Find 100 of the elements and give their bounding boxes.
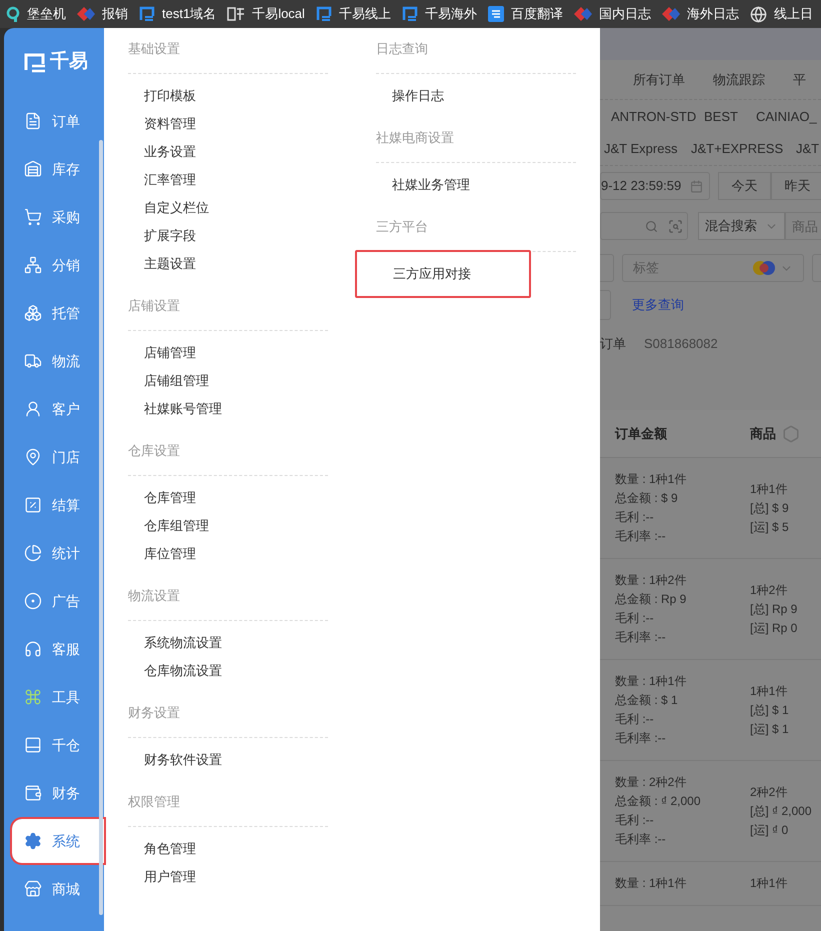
sidebar-item[interactable]: 商城 [12, 867, 104, 911]
bookmark[interactable]: 报销 [77, 4, 128, 24]
date-field[interactable]: 9-12 23:59:59 [600, 172, 710, 200]
tab[interactable]: 所有订单 [633, 70, 685, 90]
amount-line: 数量 : 1种1件 [615, 673, 688, 690]
amount-line: 毛利率 :-- [615, 730, 667, 747]
sidebar-item[interactable]: 广告 [12, 579, 104, 623]
sidebar-item[interactable]: 门店 [12, 435, 104, 479]
select-field[interactable] [600, 254, 614, 282]
amount-line: 毛利 :-- [615, 812, 655, 829]
menu-item[interactable]: 仓库组管理 [128, 512, 328, 540]
sidebar-item[interactable]: 统计 [12, 531, 104, 575]
menu-item[interactable]: 扩展字段 [128, 222, 328, 250]
menu-item[interactable]: 社媒账号管理 [128, 395, 328, 423]
panel-icon [24, 736, 42, 754]
diamond-logo-icon [662, 7, 680, 21]
percent-icon [24, 496, 42, 514]
sidebar-item[interactable]: 客服 [12, 627, 104, 671]
sidebar-item[interactable]: 客户 [12, 387, 104, 431]
bookmark[interactable]: 百度翻译 [488, 4, 563, 24]
menu-group-heading: 物流设置 [128, 587, 181, 606]
carrier-option[interactable]: ANTRON-STD [600, 106, 704, 126]
search-field[interactable] [600, 212, 688, 240]
goods-line: 1种2件 [750, 582, 788, 598]
more-query-link[interactable]: 更多查询 [632, 295, 684, 315]
order-label: 订单 [600, 335, 626, 354]
sidebar-item[interactable]: 系统 [12, 819, 104, 863]
amount-line: 数量 : 1种2件 [615, 572, 688, 589]
sidebar-item[interactable]: 物流 [12, 339, 104, 383]
menu-item[interactable]: 仓库物流设置 [128, 657, 328, 685]
amount-line: 毛利率 :-- [615, 831, 667, 848]
tab[interactable]: 平 [793, 70, 806, 90]
menu-item[interactable]: 打印模板 [128, 82, 328, 110]
bookmark[interactable]: 千易海外 [402, 4, 477, 24]
menu-item[interactable]: 三方应用对接 [355, 250, 531, 298]
boxes-icon [24, 304, 42, 322]
menu-item[interactable]: 角色管理 [128, 835, 328, 863]
goods-line: [总] Rp 9 [750, 600, 798, 618]
amount-line: 数量 : 2种2件 [615, 774, 688, 791]
carrier-option[interactable]: J&T [796, 139, 820, 159]
goods-line: [运] Rp 0 [750, 620, 798, 636]
command-icon [24, 688, 42, 706]
sidebar-item[interactable]: 分销 [12, 243, 104, 287]
sidebar-item[interactable]: 库存 [12, 147, 104, 191]
carrier-option[interactable]: CAINIAO_ [756, 106, 817, 126]
translate-icon [488, 6, 504, 22]
sidebar-item[interactable]: 千仓 [12, 723, 104, 767]
carrier-option[interactable]: J&T Express [600, 139, 691, 159]
bookmark[interactable]: 线上日 [750, 4, 813, 24]
logo-icon [139, 6, 155, 22]
bookmark[interactable]: 千易local [227, 4, 305, 24]
menu-item[interactable]: 库位管理 [128, 540, 328, 568]
menu-item[interactable]: 仓库管理 [128, 484, 328, 512]
menu-item[interactable]: 主题设置 [128, 250, 328, 278]
carrier-option[interactable]: BEST [704, 106, 756, 126]
map-pin-icon [24, 448, 42, 466]
menu-item[interactable]: 自定义栏位 [128, 194, 328, 222]
sidebar-item[interactable]: 订单 [12, 99, 104, 143]
date-button[interactable]: 今天 [718, 172, 771, 200]
hexagon-settings-icon [782, 424, 800, 442]
menu-item[interactable]: 操作日志 [376, 82, 576, 110]
sidebar-item[interactable]: 结算 [12, 483, 104, 527]
amount-line: 总金额 : $ 9 [615, 490, 679, 507]
menu-item[interactable]: 系统物流设置 [128, 629, 328, 657]
bookmark[interactable]: 海外日志 [662, 4, 739, 24]
sidebar-item[interactable]: 采购 [12, 195, 104, 239]
search-icon [645, 220, 658, 232]
diamond-logo-icon [574, 7, 592, 21]
sidebar-item[interactable]: 托管 [12, 291, 104, 335]
store-icon [24, 880, 42, 898]
tab[interactable]: 物流跟踪 [713, 70, 765, 90]
bookmark[interactable]: 千易线上 [316, 4, 391, 24]
goods-line: [运] $ 1 [750, 720, 789, 738]
wallet-icon [24, 784, 42, 802]
bookmark[interactable]: 国内日志 [574, 4, 651, 24]
amount-line: 毛利 :-- [615, 610, 655, 627]
date-button[interactable]: 昨天 [771, 172, 821, 200]
menu-item[interactable]: 财务软件设置 [128, 746, 328, 774]
logo-icon [227, 7, 246, 21]
sidebar-item[interactable]: 财务 [12, 771, 104, 815]
diamond-logo-icon [77, 7, 95, 21]
q-logo-icon [6, 6, 20, 22]
goods-line: [总] ₫ 2,000 [750, 802, 812, 820]
menu-item[interactable]: 店铺管理 [128, 339, 328, 367]
search-mode-select[interactable]: 混合搜索 [698, 212, 785, 240]
menu-item[interactable]: 用户管理 [128, 863, 328, 891]
headset-icon [24, 640, 42, 658]
menu-group-heading: 日志查询 [376, 40, 429, 58]
amount-line: 毛利率 :-- [615, 629, 667, 646]
menu-item[interactable]: 社媒业务管理 [376, 171, 576, 199]
menu-item[interactable]: 资料管理 [128, 110, 328, 138]
input-field[interactable] [600, 290, 611, 320]
column-header: 商品 [750, 424, 776, 443]
menu-item[interactable]: 汇率管理 [128, 166, 328, 194]
carrier-option[interactable]: J&T+EXPRESS [691, 139, 796, 159]
bookmark[interactable]: 堡垒机 [6, 4, 66, 24]
menu-item[interactable]: 业务设置 [128, 138, 328, 166]
bookmark[interactable]: test1域名 [139, 4, 216, 24]
menu-item[interactable]: 店铺组管理 [128, 367, 328, 395]
sidebar-item[interactable]: 工具 [12, 675, 104, 719]
